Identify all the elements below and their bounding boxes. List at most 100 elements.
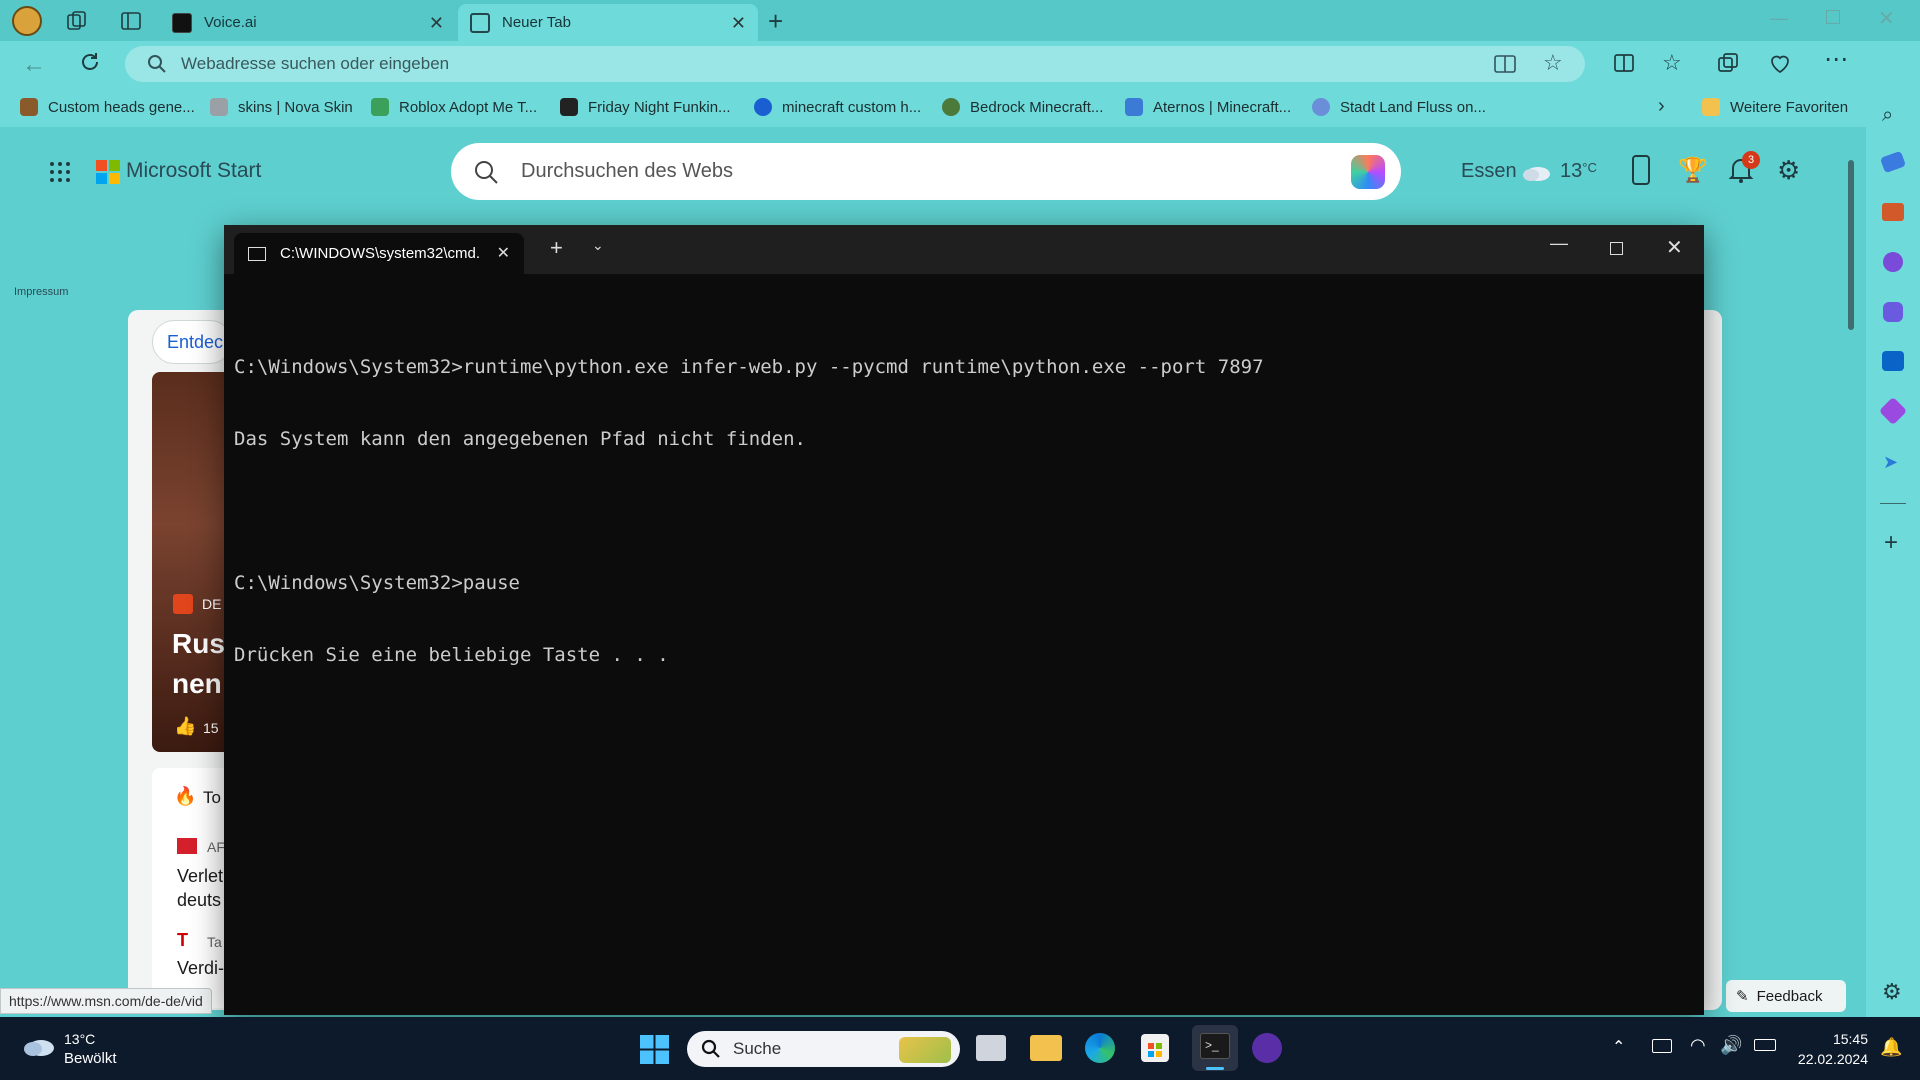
- web-search-input[interactable]: Durchsuchen des Webs: [451, 143, 1401, 200]
- favorite-item[interactable]: Aternos | Minecraft...: [1125, 96, 1291, 118]
- more-menu-icon[interactable]: ⋯: [1824, 45, 1848, 74]
- tab-label: Voice.ai: [204, 14, 257, 31]
- file-explorer-icon[interactable]: [1030, 1035, 1062, 1061]
- search-icon: [147, 54, 167, 74]
- address-bar[interactable]: Webadresse suchen oder eingeben ☆: [125, 46, 1585, 82]
- terminal-window[interactable]: C:\WINDOWS\system32\cmd. ✕ + ⌄ — ✕ C:\Wi…: [224, 225, 1704, 1015]
- workspaces-icon[interactable]: [66, 10, 88, 32]
- status-url: https://www.msn.com/de-de/vid: [0, 988, 212, 1014]
- terminal-icon: >_: [1200, 1033, 1230, 1059]
- favorite-icon: [560, 98, 578, 116]
- terminal-tab[interactable]: C:\WINDOWS\system32\cmd. ✕: [234, 233, 524, 274]
- battery-icon[interactable]: [1754, 1039, 1776, 1051]
- volume-icon[interactable]: 🔊: [1720, 1035, 1742, 1056]
- close-tab-icon[interactable]: ✕: [731, 13, 746, 34]
- close-window-icon[interactable]: ✕: [1878, 6, 1895, 31]
- favorite-icon: [20, 98, 38, 116]
- news-headline[interactable]: deuts: [177, 890, 221, 911]
- games-icon[interactable]: [1883, 252, 1903, 272]
- news-headline[interactable]: Verlet: [177, 866, 223, 887]
- chevron-right-icon[interactable]: ›: [1658, 95, 1665, 118]
- feedback-button[interactable]: ✎ Feedback: [1726, 980, 1846, 1012]
- impressum-link[interactable]: Impressum: [14, 286, 68, 298]
- favorite-item[interactable]: Bedrock Minecraft...: [942, 96, 1103, 118]
- like-icon[interactable]: 👍: [174, 716, 196, 737]
- back-icon[interactable]: ←: [22, 51, 46, 79]
- maximize-icon[interactable]: [1610, 242, 1623, 255]
- divider: [1880, 503, 1906, 504]
- favorite-item[interactable]: minecraft custom h...: [754, 96, 921, 118]
- weather-temp[interactable]: 13°C: [1560, 160, 1597, 183]
- profile-avatar[interactable]: [12, 6, 42, 36]
- terminal-output[interactable]: C:\Windows\System32>runtime\python.exe i…: [234, 307, 1694, 715]
- favorite-item[interactable]: Roblox Adopt Me T...: [371, 96, 537, 118]
- terminal-taskbar-item[interactable]: >_: [1192, 1025, 1238, 1071]
- copilot-icon[interactable]: [1883, 302, 1903, 322]
- page-scrollbar[interactable]: [1846, 130, 1856, 1010]
- tools-icon[interactable]: [1882, 203, 1904, 221]
- rewards-icon[interactable]: 🏆: [1678, 156, 1708, 185]
- minimize-icon[interactable]: —: [1550, 233, 1568, 254]
- weather-city[interactable]: Essen: [1461, 160, 1517, 183]
- card-source: DE: [202, 596, 222, 612]
- chevron-down-icon[interactable]: ⌄: [592, 237, 604, 254]
- cloud-icon: [22, 1035, 56, 1057]
- windows-start-icon[interactable]: [640, 1035, 669, 1064]
- edge-icon[interactable]: [1085, 1033, 1115, 1063]
- app-launcher-icon[interactable]: [48, 160, 72, 184]
- shopping-tag-icon[interactable]: [1879, 150, 1907, 174]
- close-tab-icon[interactable]: ✕: [429, 13, 444, 34]
- search-icon[interactable]: ⌕: [1882, 104, 1893, 127]
- split-screen-icon[interactable]: [1612, 51, 1636, 75]
- copilot-icon[interactable]: [1351, 155, 1385, 189]
- wifi-icon[interactable]: ◠: [1690, 1035, 1706, 1056]
- terminal-titlebar[interactable]: C:\WINDOWS\system32\cmd. ✕ + ⌄ — ✕: [224, 225, 1704, 274]
- chevron-up-icon[interactable]: ⌃: [1612, 1037, 1625, 1057]
- news-headline[interactable]: Verdi-: [177, 958, 224, 979]
- new-tab-button[interactable]: +: [768, 6, 783, 37]
- favorite-item[interactable]: Friday Night Funkin...: [560, 96, 731, 118]
- favorite-item[interactable]: Custom heads gene...: [20, 96, 195, 118]
- close-tab-icon[interactable]: ✕: [497, 243, 510, 263]
- restore-window-icon[interactable]: [1826, 10, 1840, 24]
- favorite-item[interactable]: Stadt Land Fluss on...: [1312, 96, 1486, 118]
- refresh-icon[interactable]: [78, 50, 102, 74]
- phone-icon[interactable]: [1632, 155, 1650, 185]
- microsoft-store-icon[interactable]: [1141, 1034, 1169, 1062]
- scrollbar-thumb[interactable]: [1848, 160, 1854, 330]
- taskbar-time[interactable]: 15:45: [1828, 1031, 1868, 1047]
- notification-badge: 3: [1742, 151, 1760, 169]
- voice-ai-app-icon[interactable]: [1252, 1033, 1282, 1063]
- tab-actions-icon[interactable]: [120, 10, 142, 32]
- taskbar-weather-temp[interactable]: 13°C: [64, 1031, 95, 1047]
- favorites-icon[interactable]: ☆: [1662, 50, 1682, 76]
- task-view-icon[interactable]: [976, 1035, 1006, 1061]
- network-disconnected-icon[interactable]: [1652, 1039, 1672, 1053]
- brand-title[interactable]: Microsoft Start: [126, 159, 261, 183]
- collections-icon[interactable]: [1716, 51, 1740, 75]
- browser-essentials-icon[interactable]: [1768, 51, 1792, 75]
- notification-bell-icon[interactable]: 🔔: [1880, 1037, 1902, 1058]
- minimize-window-icon[interactable]: —: [1770, 8, 1788, 29]
- new-terminal-tab-button[interactable]: +: [550, 235, 563, 261]
- outlook-icon[interactable]: [1882, 351, 1904, 371]
- taskbar-weather-desc[interactable]: Bewölkt: [64, 1050, 117, 1067]
- taskbar-search[interactable]: Suche: [687, 1031, 960, 1067]
- immersive-reader-icon[interactable]: [1493, 53, 1517, 75]
- gear-icon[interactable]: ⚙: [1777, 157, 1800, 183]
- sidebar-settings-icon[interactable]: ⚙: [1882, 979, 1902, 1005]
- tab-neuer-tab[interactable]: Neuer Tab ✕: [458, 4, 758, 41]
- more-favorites-folder[interactable]: Weitere Favoriten: [1702, 96, 1848, 118]
- favorite-item[interactable]: skins | Nova Skin: [210, 96, 353, 118]
- source-logo-icon: [177, 838, 197, 854]
- taskbar-date[interactable]: 22.02.2024: [1790, 1051, 1868, 1067]
- add-icon[interactable]: +: [1884, 529, 1898, 557]
- tab-entdecken[interactable]: Entdec: [152, 320, 232, 364]
- tab-voice-ai[interactable]: Voice.ai ✕: [160, 4, 456, 41]
- close-icon[interactable]: ✕: [1666, 235, 1683, 260]
- designer-icon[interactable]: [1878, 396, 1908, 426]
- add-favorite-icon[interactable]: ☆: [1543, 50, 1563, 76]
- send-icon[interactable]: ➤: [1883, 452, 1898, 473]
- feedback-label: Feedback: [1756, 987, 1823, 1005]
